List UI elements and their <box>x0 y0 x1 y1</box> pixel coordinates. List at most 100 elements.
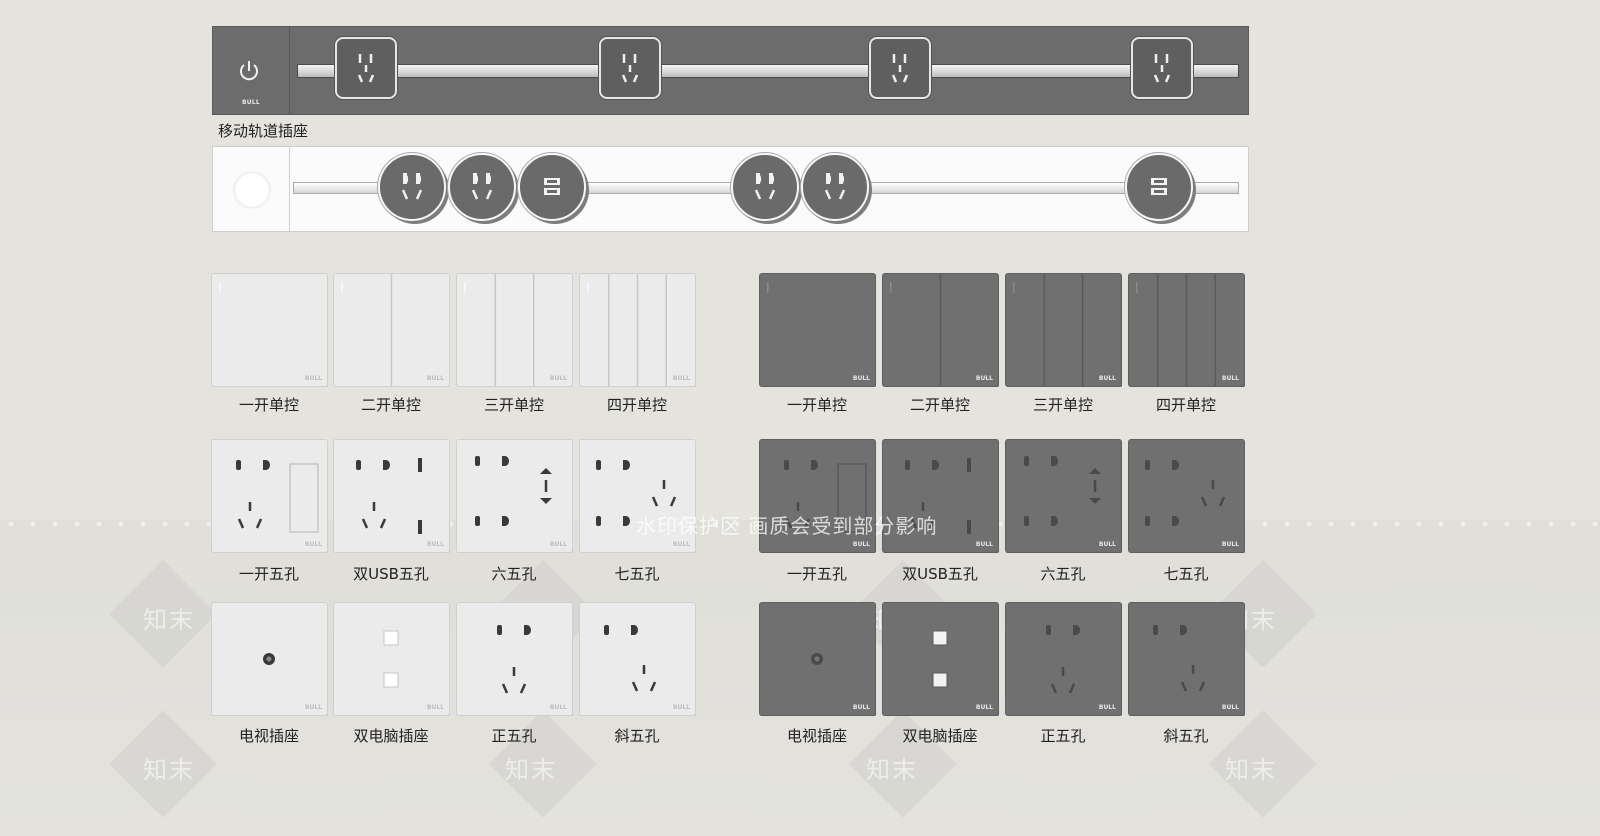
svg-text:BULL: BULL <box>976 375 993 382</box>
panel-label: 斜五孔 <box>614 727 660 745</box>
grey-panel-xie5[interactable]: BULL <box>1129 603 1244 715</box>
panel-label: 双USB五孔 <box>353 565 429 583</box>
svg-text:BULL: BULL <box>1222 375 1239 382</box>
svg-text:BULL: BULL <box>853 541 870 548</box>
power-icon[interactable] <box>237 59 261 83</box>
two-three-adapter[interactable] <box>448 153 516 221</box>
panel-label: 双电脑插座 <box>353 727 429 745</box>
svg-text:BULL: BULL <box>305 375 322 382</box>
watermark-logo-text: 知末 <box>143 606 195 634</box>
panel-face-icon: BULL <box>587 274 690 386</box>
two-three-adapter[interactable] <box>378 153 446 221</box>
panel-face-icon: BULL <box>356 458 444 548</box>
white-panel-tv[interactable]: BULL <box>212 603 327 715</box>
svg-text:BULL: BULL <box>1222 541 1239 548</box>
usb-adapter[interactable] <box>1125 153 1193 221</box>
five-hole-adapter[interactable] <box>335 37 397 99</box>
two-three-adapter[interactable] <box>731 153 799 221</box>
panel-face-icon: BULL <box>811 653 870 711</box>
usb-adapter[interactable] <box>518 153 586 221</box>
panel-label: 斜五孔 <box>1163 727 1209 745</box>
white-panel-sw1[interactable]: BULL <box>212 274 327 386</box>
svg-text:BULL: BULL <box>673 704 690 711</box>
five-hole-adapter[interactable] <box>1131 37 1193 99</box>
grey-panel-sw3[interactable]: BULL <box>1006 274 1121 386</box>
track-rail <box>297 64 1239 78</box>
panel-label: 一开单控 <box>238 396 299 414</box>
grey-panel-six5[interactable]: BULL <box>1006 440 1121 552</box>
dark-track-socket: BULL <box>212 26 1249 115</box>
watermark-logo-text: 知末 <box>866 756 918 784</box>
track-title: 移动轨道插座 <box>218 122 309 140</box>
panel-label: 电视插座 <box>238 727 299 745</box>
five-hole-adapter[interactable] <box>599 37 661 99</box>
white-panel-zheng5[interactable]: BULL <box>457 603 572 715</box>
watermark-notice: 水印保护区 画质会受到部分影响 <box>636 514 938 538</box>
svg-text:BULL: BULL <box>305 704 322 711</box>
white-panel-usb5[interactable]: BULL <box>334 440 449 552</box>
five-hole-adapter[interactable] <box>869 37 931 99</box>
track-endcap <box>213 147 290 231</box>
two-three-holes-icon <box>824 173 846 200</box>
svg-text:BULL: BULL <box>1099 541 1116 548</box>
panel-label: 正五孔 <box>1040 727 1086 745</box>
white-panel-sw3[interactable]: BULL <box>457 274 572 386</box>
watermark-logo-text: 知末 <box>143 756 195 784</box>
svg-text:BULL: BULL <box>976 541 993 548</box>
panel-label: 七五孔 <box>1163 565 1209 583</box>
socket-holes-icon <box>1153 54 1171 83</box>
usb-port-icon <box>1151 178 1167 195</box>
light-track-socket <box>212 146 1249 232</box>
svg-text:BULL: BULL <box>1099 704 1116 711</box>
panel-label: 一开单控 <box>786 396 847 414</box>
svg-text:BULL: BULL <box>853 704 870 711</box>
panel-label: 二开单控 <box>909 396 970 414</box>
svg-text:BULL: BULL <box>853 375 870 382</box>
white-panel-s15[interactable]: BULL <box>212 440 327 552</box>
grey-panel-zheng5[interactable]: BULL <box>1006 603 1121 715</box>
panel-face-icon: BULL <box>475 456 567 548</box>
panel-label: 六五孔 <box>491 565 537 583</box>
panel-face-icon: BULL <box>890 274 993 386</box>
panel-label: 一开五孔 <box>238 565 299 583</box>
grey-panel-pc2[interactable]: BULL <box>883 603 998 715</box>
panel-label: 双电脑插座 <box>902 727 978 745</box>
grey-panel-tv[interactable]: BULL <box>760 603 875 715</box>
panel-face-icon: BULL <box>1136 274 1239 386</box>
panel-face-icon: BULL <box>932 630 993 711</box>
panel-face-icon: BULL <box>1024 456 1116 548</box>
white-panel-sw2[interactable]: BULL <box>334 274 449 386</box>
panel-face-icon: BULL <box>1145 460 1239 548</box>
grey-panel-sw4[interactable]: BULL <box>1129 274 1244 386</box>
svg-text:BULL: BULL <box>673 375 690 382</box>
watermark-logo-text: 知末 <box>1225 756 1277 784</box>
usb-port-icon <box>544 178 560 195</box>
panel-label: 七五孔 <box>614 565 660 583</box>
knob-icon[interactable] <box>235 173 269 207</box>
grey-panel-seven5[interactable]: BULL <box>1129 440 1244 552</box>
two-three-adapter[interactable] <box>801 153 869 221</box>
panel-label: 二开单控 <box>360 396 421 414</box>
panel-face-icon: BULL <box>604 625 690 711</box>
panel-label: 四开单控 <box>1155 396 1216 414</box>
svg-text:BULL: BULL <box>427 704 444 711</box>
white-panel-xie5[interactable]: BULL <box>580 603 695 715</box>
panel-face-icon: BULL <box>1013 274 1116 386</box>
svg-text:BULL: BULL <box>550 375 567 382</box>
white-panel-pc2[interactable]: BULL <box>334 603 449 715</box>
svg-text:BULL: BULL <box>550 541 567 548</box>
white-panel-six5[interactable]: BULL <box>457 440 572 552</box>
svg-text:BULL: BULL <box>976 704 993 711</box>
panel-label: 一开五孔 <box>786 565 847 583</box>
brand-logo: BULL <box>242 99 260 106</box>
track-endcap: BULL <box>213 27 290 114</box>
grey-panel-sw2[interactable]: BULL <box>883 274 998 386</box>
panel-face-icon: BULL <box>497 625 567 711</box>
two-three-holes-icon <box>401 173 423 200</box>
white-panel-sw4[interactable]: BULL <box>580 274 695 386</box>
panel-label: 六五孔 <box>1040 565 1086 583</box>
grey-panel-sw1[interactable]: BULL <box>760 274 875 386</box>
panel-label: 双USB五孔 <box>902 565 978 583</box>
svg-text:BULL: BULL <box>305 541 322 548</box>
panel-label: 电视插座 <box>786 727 847 745</box>
